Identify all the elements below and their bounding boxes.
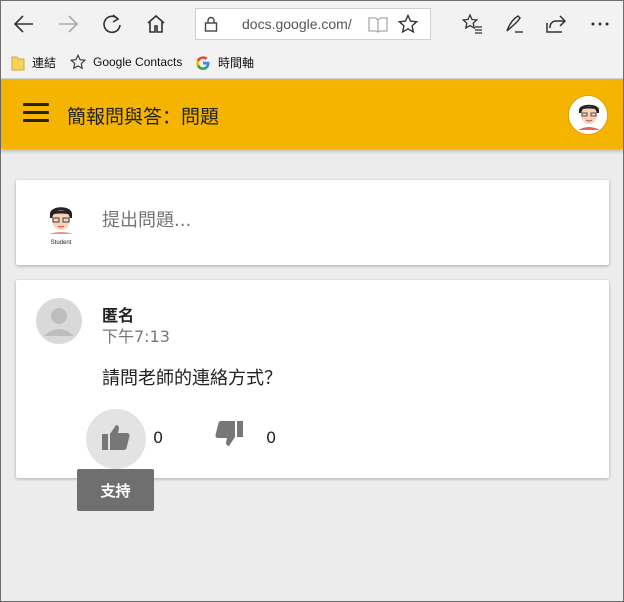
upvote-tooltip: 支持: [77, 469, 154, 511]
downvote-button[interactable]: [213, 420, 245, 452]
pen-icon[interactable]: [497, 7, 531, 41]
address-bar[interactable]: docs.google.com/: [195, 8, 431, 40]
upvote-button[interactable]: [86, 409, 146, 469]
favorites-hub-icon[interactable]: [455, 7, 489, 41]
reading-view-icon[interactable]: [368, 15, 388, 37]
more-icon[interactable]: [583, 7, 617, 41]
star-icon: [70, 54, 86, 70]
favorite-star-icon[interactable]: [397, 13, 419, 38]
share-icon[interactable]: [539, 7, 573, 41]
anonymous-avatar-icon: [36, 298, 82, 344]
question-time: 下午7:13: [102, 327, 170, 346]
question-card: 匿名 下午7:13 請問老師的連絡方式？ 0 0: [16, 280, 609, 478]
bookmark-label: 連結: [32, 56, 57, 70]
bookmark-google-contacts[interactable]: Google Contacts: [70, 54, 182, 70]
refresh-icon[interactable]: [95, 7, 129, 41]
forward-icon[interactable]: [51, 7, 85, 41]
browser-toolbar: docs.google.com/: [1, 1, 623, 46]
bookmark-timeline[interactable]: 時間軸: [195, 54, 254, 71]
thumbs-up-icon: [101, 423, 131, 455]
bookmark-folder[interactable]: 連結: [11, 54, 56, 71]
avatar-caption: Student: [51, 240, 72, 246]
bookmark-label: Google Contacts: [93, 55, 183, 69]
google-g-icon: [195, 55, 211, 71]
bookmark-label: 時間軸: [218, 56, 255, 70]
thumbs-down-icon: [214, 420, 244, 452]
page-title: 簡報問與答：問題: [67, 106, 220, 128]
ask-question-card: Student: [16, 180, 609, 265]
upvote-count: 0: [153, 428, 164, 447]
url-text[interactable]: docs.google.com/: [242, 16, 352, 32]
avatar: Student: [44, 202, 78, 246]
menu-icon[interactable]: [23, 103, 49, 125]
bookmarks-bar: 連結 Google Contacts 時間軸: [1, 46, 623, 79]
downvote-count: 0: [266, 428, 277, 447]
avatar[interactable]: [568, 95, 608, 135]
back-icon[interactable]: [7, 7, 41, 41]
ask-question-input[interactable]: [102, 210, 582, 231]
lock-icon: [204, 16, 218, 36]
folder-icon: [11, 55, 25, 71]
app-header: 簡報問與答：問題: [1, 79, 623, 149]
question-text: 請問老師的連絡方式？: [102, 368, 282, 389]
home-icon[interactable]: [139, 7, 173, 41]
